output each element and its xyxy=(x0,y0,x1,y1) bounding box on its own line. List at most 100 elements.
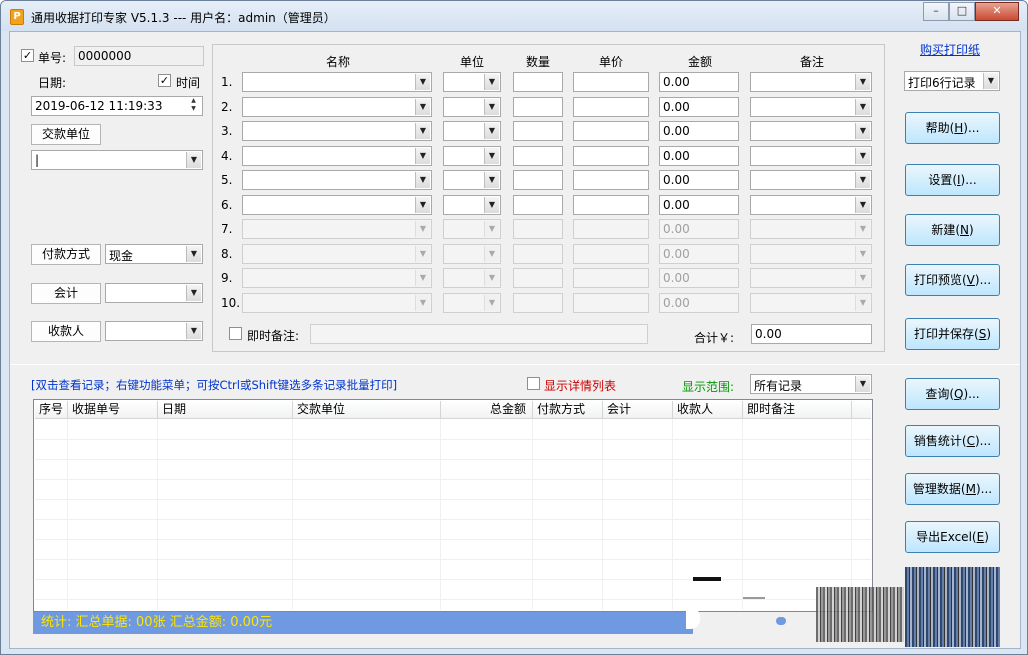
records-col-header[interactable]: 收据单号 xyxy=(68,401,158,419)
buy-paper-link[interactable]: 购买打印纸 xyxy=(920,41,980,58)
item-unit-select[interactable]: ▼ xyxy=(443,121,501,141)
print-rows-select[interactable]: 打印6行记录 ▼ xyxy=(904,71,1000,91)
chevron-down-icon[interactable]: ▼ xyxy=(855,245,870,262)
item-unit-select[interactable]: ▼ xyxy=(443,170,501,190)
chevron-down-icon[interactable]: ▼ xyxy=(484,221,499,237)
item-note-select[interactable]: ▼ xyxy=(750,194,872,215)
chevron-down-icon[interactable]: ▼ xyxy=(186,152,201,168)
item-qty-field[interactable] xyxy=(513,268,563,288)
item-name-select[interactable]: ▼ xyxy=(242,243,432,264)
item-name-select[interactable]: ▼ xyxy=(242,145,432,166)
item-price-field[interactable] xyxy=(573,268,649,288)
time-checkbox[interactable]: ✓ xyxy=(158,74,171,87)
chevron-down-icon[interactable]: ▼ xyxy=(855,98,870,115)
maximize-button[interactable]: □ xyxy=(949,2,975,21)
item-price-field[interactable] xyxy=(573,219,649,239)
chevron-down-icon[interactable]: ▼ xyxy=(484,294,499,311)
item-name-select[interactable]: ▼ xyxy=(242,96,432,117)
chevron-down-icon[interactable]: ▼ xyxy=(855,270,870,286)
accountant-select[interactable]: ▼ xyxy=(105,283,203,303)
item-amount-field[interactable]: 0.00 xyxy=(659,96,739,117)
settings-button[interactable]: 设置(I)... xyxy=(905,164,1000,196)
item-price-field[interactable] xyxy=(573,243,649,264)
item-note-select[interactable]: ▼ xyxy=(750,243,872,264)
chevron-down-icon[interactable]: ▼ xyxy=(855,294,870,311)
item-price-field[interactable] xyxy=(573,170,649,190)
item-amount-field[interactable]: 0.00 xyxy=(659,72,739,92)
item-note-select[interactable]: ▼ xyxy=(750,219,872,239)
manage-data-button[interactable]: 管理数据(M)... xyxy=(905,473,1000,505)
item-amount-field[interactable]: 0.00 xyxy=(659,243,739,264)
print-preview-button[interactable]: 打印预览(V)... xyxy=(905,264,1000,296)
item-name-select[interactable]: ▼ xyxy=(242,219,432,239)
chevron-down-icon[interactable]: ▼ xyxy=(415,294,430,311)
chevron-down-icon[interactable]: ▼ xyxy=(415,196,430,213)
chevron-down-icon[interactable]: ▼ xyxy=(855,147,870,164)
export-excel-button[interactable]: 导出Excel(E) xyxy=(905,521,1000,553)
records-col-header[interactable]: 付款方式 xyxy=(533,401,603,419)
item-unit-select[interactable]: ▼ xyxy=(443,243,501,264)
chevron-down-icon[interactable]: ▼ xyxy=(484,74,499,90)
item-name-select[interactable]: ▼ xyxy=(242,170,432,190)
item-amount-field[interactable]: 0.00 xyxy=(659,268,739,288)
print-save-button[interactable]: 打印并保存(S) xyxy=(905,318,1000,350)
item-note-select[interactable]: ▼ xyxy=(750,268,872,288)
item-amount-field[interactable]: 0.00 xyxy=(659,170,739,190)
chevron-down-icon[interactable]: ▼ xyxy=(415,172,430,188)
records-col-header[interactable]: 交款单位 xyxy=(293,401,441,419)
chevron-down-icon[interactable]: ▼ xyxy=(186,285,201,301)
item-note-select[interactable]: ▼ xyxy=(750,170,872,190)
records-list[interactable]: 序号 收据单号 日期 交款单位 总金额 付款方式 会计 收款人 即时备注 xyxy=(33,399,873,612)
chevron-down-icon[interactable]: ▼ xyxy=(186,323,201,339)
chevron-down-icon[interactable]: ▼ xyxy=(855,74,870,90)
payer-select[interactable]: | ▼ xyxy=(31,150,203,170)
chevron-down-icon[interactable]: ▼ xyxy=(484,98,499,115)
receipt-no-field[interactable]: 0000000 xyxy=(74,46,204,66)
item-qty-field[interactable] xyxy=(513,194,563,215)
chevron-down-icon[interactable]: ▼ xyxy=(484,172,499,188)
item-qty-field[interactable] xyxy=(513,72,563,92)
minimize-button[interactable]: – xyxy=(923,2,949,21)
chevron-down-icon[interactable]: ▼ xyxy=(855,221,870,237)
chevron-down-icon[interactable]: ▼ xyxy=(484,270,499,286)
item-qty-field[interactable] xyxy=(513,243,563,264)
records-col-header[interactable]: 即时备注 xyxy=(743,401,852,419)
date-time-picker[interactable]: 2019-06-12 11:19:33 ▲ ▼ xyxy=(31,96,203,116)
chevron-down-icon[interactable]: ▼ xyxy=(983,73,998,89)
item-amount-field[interactable]: 0.00 xyxy=(659,292,739,313)
item-qty-field[interactable] xyxy=(513,292,563,313)
chevron-down-icon[interactable]: ▼ xyxy=(415,245,430,262)
close-button[interactable]: ✕ xyxy=(975,2,1019,21)
item-qty-field[interactable] xyxy=(513,219,563,239)
item-price-field[interactable] xyxy=(573,72,649,92)
help-button[interactable]: 帮助(H)... xyxy=(905,112,1000,144)
item-note-select[interactable]: ▼ xyxy=(750,96,872,117)
records-col-header[interactable]: 日期 xyxy=(158,401,293,419)
item-name-select[interactable]: ▼ xyxy=(242,72,432,92)
chevron-down-icon[interactable]: ▼ xyxy=(415,147,430,164)
show-detail-checkbox[interactable] xyxy=(527,377,540,390)
chevron-down-icon[interactable]: ▼ xyxy=(855,172,870,188)
chevron-down-icon[interactable]: ▼ xyxy=(186,246,201,262)
item-name-select[interactable]: ▼ xyxy=(242,121,432,141)
instant-note-field[interactable] xyxy=(310,324,648,344)
item-qty-field[interactable] xyxy=(513,96,563,117)
chevron-down-icon[interactable]: ▼ xyxy=(415,221,430,237)
item-price-field[interactable] xyxy=(573,96,649,117)
chevron-down-icon[interactable]: ▼ xyxy=(415,98,430,115)
receiver-select[interactable]: ▼ xyxy=(105,321,203,341)
item-qty-field[interactable] xyxy=(513,121,563,141)
item-unit-select[interactable]: ▼ xyxy=(443,72,501,92)
item-amount-field[interactable]: 0.00 xyxy=(659,219,739,239)
chevron-down-icon[interactable]: ▼ xyxy=(484,147,499,164)
query-button[interactable]: 查询(Q)... xyxy=(905,378,1000,410)
payment-method-select[interactable]: 现金 ▼ xyxy=(105,244,203,264)
total-field[interactable]: 0.00 xyxy=(751,324,872,344)
item-name-select[interactable]: ▼ xyxy=(242,268,432,288)
records-col-header[interactable]: 总金额 xyxy=(441,401,533,419)
date-spin-icon[interactable]: ▲ ▼ xyxy=(186,97,201,115)
chevron-down-icon[interactable]: ▼ xyxy=(415,270,430,286)
records-col-header[interactable]: 会计 xyxy=(603,401,673,419)
chevron-down-icon[interactable]: ▼ xyxy=(855,196,870,213)
item-note-select[interactable]: ▼ xyxy=(750,72,872,92)
